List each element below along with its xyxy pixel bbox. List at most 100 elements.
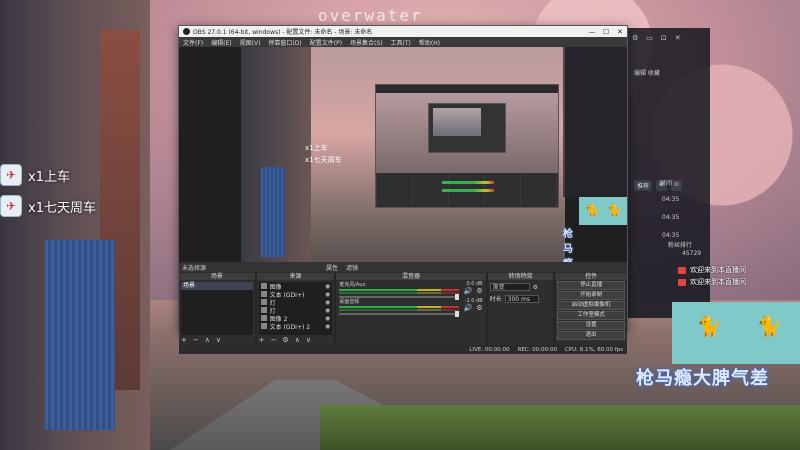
title-bar[interactable]: OBS 27.0.1 (64-bit, windows) - 配置文件: 未命名… [179, 26, 627, 37]
track-name: 麦克风/Aux [339, 282, 366, 288]
cpu-status: CPU: 8.1%, 60.00 fps [564, 346, 623, 353]
chat-row: 04:35 [662, 214, 680, 221]
gear-icon[interactable]: ⚙ [533, 284, 538, 291]
chat-message-text: 欢迎来到本直播间 [690, 266, 746, 274]
chat-actions[interactable]: 编辑 收藏 [634, 68, 660, 77]
mixer-track: 桌面音频 -1.0 dB 🔊 ⚙ [336, 297, 485, 317]
transition-select[interactable]: 渐变 [489, 283, 530, 291]
watermark-text: overwater [318, 6, 423, 25]
gift-notification: ✈ x1上车 [0, 164, 70, 186]
speaker-icon[interactable]: 🔊 [464, 287, 473, 295]
obs-window: OBS 27.0.1 (64-bit, windows) - 配置文件: 未命名… [178, 25, 628, 354]
transition-duration-row: 时长 300 ms [490, 294, 552, 303]
close-icon[interactable]: ✕ [675, 34, 681, 42]
menu-docks[interactable]: 停靠窗口(D) [268, 38, 301, 47]
eye-icon[interactable]: ◉ [325, 307, 330, 314]
source-item[interactable]: 文本 (GDI+) 2 ◉ [259, 322, 333, 331]
chat-toolbar: ⚙ ▭ ⊡ ✕ [632, 34, 681, 42]
sources-list: 图像 ◉ 文本 (GDI+) ◉ 灯 ◉ 灯 ◉ 图像 2 ◉ 文本 (GDI+) 2 ◉ [258, 282, 333, 335]
eye-icon[interactable]: ◉ [325, 283, 330, 290]
cat-banner: 🐈 🐈 [672, 302, 800, 364]
settings-icon[interactable]: ⚙ [632, 34, 638, 42]
window-controls: — ☐ ✕ [585, 28, 627, 36]
menu-tools[interactable]: 工具(T) [391, 38, 411, 47]
gear-icon[interactable]: ⚙ [476, 287, 482, 295]
nested-obs-window-inner [428, 103, 506, 153]
move-down-icon[interactable]: ∨ [306, 336, 311, 344]
speaker-icon[interactable]: 🔊 [464, 304, 473, 312]
menu-view[interactable]: 视图(V) [240, 38, 261, 47]
scene-item[interactable]: 场景 [181, 282, 253, 290]
add-icon[interactable]: + [181, 336, 187, 344]
tab-recommend[interactable]: 推荐 [634, 180, 653, 191]
chat-row: 45729 [682, 250, 702, 257]
settings-button[interactable]: 设置 [557, 321, 625, 330]
chat-message: 欢迎来到本直播间 [678, 277, 746, 287]
obs-logo-icon [183, 28, 190, 35]
transition-type-row: 渐变 ⚙ [489, 283, 552, 291]
preview-canvas[interactable]: x1上车 x1七天周车 🐈 🐈 枪马瘾大脾气差 [179, 47, 627, 262]
start-recording-button[interactable]: 开始录制 [557, 291, 625, 300]
preview-gift-text: x1上车 [305, 144, 328, 152]
volume-meter [339, 306, 460, 308]
nested-audio-meter [442, 189, 494, 192]
track-controls: 🔊 ⚙ [464, 304, 483, 312]
preview-scene: x1上车 x1七天周车 🐈 🐈 枪马瘾大脾气差 [241, 47, 627, 262]
eye-icon[interactable]: ◉ [325, 323, 330, 330]
preview-chat-panel [563, 47, 627, 197]
eye-icon[interactable]: ◉ [325, 315, 330, 322]
image-icon [260, 283, 267, 289]
close-button[interactable]: ✕ [613, 28, 627, 36]
gear-icon[interactable]: ⚙ [476, 304, 482, 312]
menu-help[interactable]: 帮助(H) [419, 38, 440, 47]
preview-gift-text: x1七天周车 [305, 156, 342, 164]
window-icon[interactable]: ▭ [646, 34, 653, 42]
pin-icon[interactable]: ⊡ [661, 34, 667, 42]
add-icon[interactable]: + [259, 336, 265, 344]
controls-title: 控件 [555, 273, 627, 280]
overlay-caption: 枪马瘾大脾气差 [636, 368, 769, 389]
menu-file[interactable]: 文件(F) [183, 38, 203, 47]
mixer-track: 麦克风/Aux 0.0 dB 🔊 ⚙ [336, 280, 485, 300]
chat-row: 04:35 [662, 232, 680, 239]
cat-icon: 🐈 [607, 203, 622, 217]
menu-edit[interactable]: 编辑(E) [211, 38, 231, 47]
volume-slider[interactable] [339, 311, 460, 317]
studio-mode-button[interactable]: 工作室模式 [557, 311, 625, 320]
minimize-button[interactable]: — [585, 28, 599, 36]
cat-icon: 🐈 [585, 203, 600, 217]
nested-preview [376, 93, 558, 173]
remove-icon[interactable]: − [193, 336, 199, 344]
virtual-camera-button[interactable]: 启动虚拟摄像机 [557, 301, 625, 310]
duration-label: 时长 [489, 296, 502, 303]
live-status: LIVE: 00:00:00 [469, 346, 510, 353]
cat-icon: 🐈 [756, 314, 782, 338]
scenes-toolbar: + − ∧ ∨ [181, 336, 221, 344]
remove-icon[interactable]: − [271, 336, 277, 344]
menu-profile[interactable]: 配置文件(P) [310, 38, 342, 47]
chat-message-text: 欢迎来到本直播间 [690, 278, 746, 286]
eye-icon[interactable]: ◉ [325, 291, 330, 298]
eye-icon[interactable]: ◉ [325, 299, 330, 306]
target-icon[interactable]: ⊙ [671, 180, 683, 191]
nested-obs-window [375, 84, 559, 208]
gift-icon: ✈ [0, 164, 22, 186]
stop-streaming-button[interactable]: 停止直播 [557, 281, 625, 290]
move-up-icon[interactable]: ∧ [205, 336, 210, 344]
transitions-title: 转场特效 [487, 273, 554, 280]
chat-row: 粉丝排行 [668, 242, 693, 249]
gift-text: x1上车 [28, 169, 70, 185]
maximize-button[interactable]: ☐ [599, 28, 613, 36]
gear-icon[interactable]: ⚙ [282, 336, 288, 344]
duration-input[interactable]: 300 ms [504, 294, 539, 303]
user-badge [678, 266, 686, 274]
move-down-icon[interactable]: ∨ [216, 336, 221, 344]
gift-text: x1七天周车 [28, 200, 96, 216]
move-up-icon[interactable]: ∧ [295, 336, 300, 344]
menu-scene-collection[interactable]: 场景集合(S) [350, 38, 383, 47]
rec-status: REC: 00:00:00 [517, 346, 557, 353]
exit-button[interactable]: 退出 [557, 331, 625, 340]
controls-dock: 控件 停止直播 开始录制 启动虚拟摄像机 工作室模式 设置 退出 [555, 273, 627, 345]
properties-button[interactable]: 属性 [326, 263, 338, 272]
filters-button[interactable]: 滤镜 [346, 263, 358, 272]
